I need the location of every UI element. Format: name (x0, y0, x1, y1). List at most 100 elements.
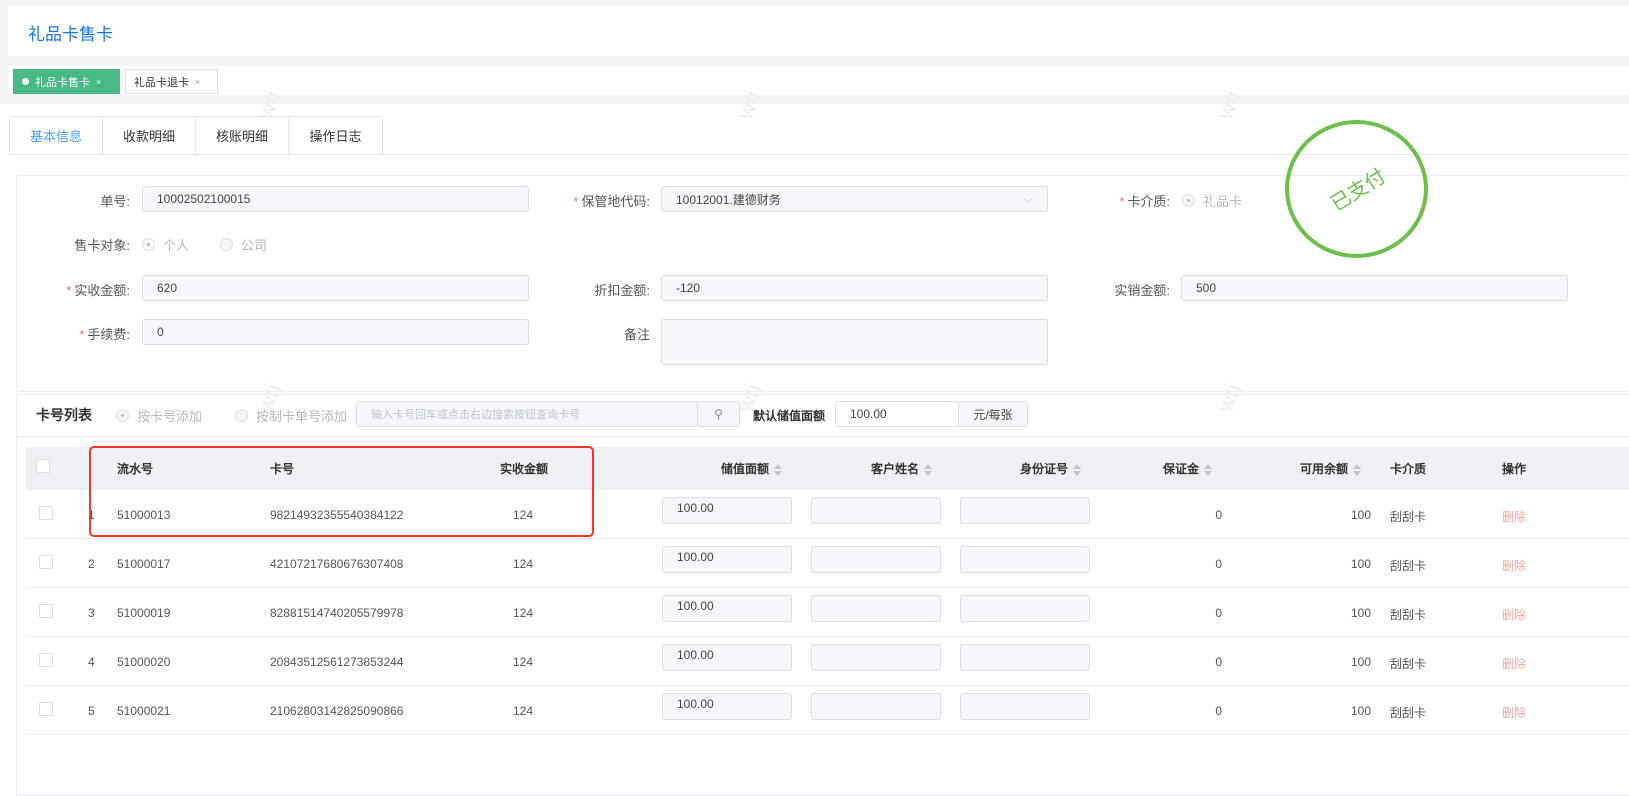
radio-icon (116, 409, 129, 422)
tag-label: 礼品卡退卡 (134, 76, 189, 89)
col-id-number[interactable]: 身份证号 (1020, 460, 1082, 477)
order-no-field[interactable]: 10002502100015 (142, 186, 529, 212)
stamp-text: 已支付 (1327, 165, 1390, 216)
select-all-checkbox[interactable] (36, 459, 50, 473)
sort-icon[interactable] (924, 463, 933, 476)
sort-icon[interactable] (1353, 463, 1362, 476)
label-text: 卡介质: (1127, 194, 1170, 209)
card-medium-label: * 卡介质: (1119, 194, 1170, 209)
search-button[interactable]: ⚲ (697, 401, 740, 427)
col-label: 储值面额 (721, 462, 770, 476)
row-balance: 100 (1350, 557, 1371, 571)
row-id-number-input[interactable] (960, 595, 1090, 622)
target-radio-company[interactable]: 公司 (220, 235, 267, 254)
row-id-number-input[interactable] (960, 546, 1090, 573)
chevron-down-icon: ⌵ (1023, 191, 1033, 206)
row-deposit: 0 (1215, 508, 1222, 522)
radio-icon (142, 238, 155, 251)
close-icon[interactable]: × (195, 77, 200, 87)
discount-amount-field[interactable]: -120 (661, 275, 1048, 301)
row-customer-name-input[interactable] (811, 546, 941, 573)
row-id-number-input[interactable] (960, 497, 1090, 524)
col-face-value[interactable]: 储值面额 (721, 460, 783, 477)
received-amount-field[interactable]: 620 (142, 275, 529, 301)
tag-label: 礼品卡售卡 (35, 76, 90, 89)
radio-icon (220, 238, 233, 251)
row-delete-link[interactable]: 删除 (1502, 557, 1526, 574)
custody-code-label: * 保管地代码: (573, 194, 650, 209)
row-customer-name-input[interactable] (811, 644, 941, 671)
row-card-no: 21062803142825090866 (270, 704, 404, 718)
tab-operation-log[interactable]: 操作日志 (289, 117, 382, 155)
col-balance[interactable]: 可用余额 (1300, 460, 1362, 477)
fee-label: * 手续费: (79, 327, 130, 342)
radio-label: 礼品卡 (1203, 194, 1243, 209)
sales-amount-label: 实销金额: (1114, 283, 1170, 298)
custody-code-select[interactable]: 10012001.建德财务 ⌵ (661, 186, 1048, 212)
row-face-value-input[interactable]: 100.00 (662, 497, 792, 524)
active-dot-icon (22, 78, 29, 85)
row-deposit: 0 (1215, 557, 1222, 571)
sales-amount-field[interactable]: 500 (1181, 275, 1568, 301)
row-customer-name-input[interactable] (811, 497, 941, 524)
radio-label: 按卡号添加 (137, 409, 203, 424)
tag-gift-card-sale[interactable]: 礼品卡售卡 × (13, 69, 120, 94)
row-index: 2 (88, 557, 95, 571)
medium-radio-gift-card[interactable]: 礼品卡 (1182, 191, 1242, 210)
row-checkbox[interactable] (39, 702, 53, 716)
tag-gift-card-refund[interactable]: 礼品卡退卡 × (125, 69, 218, 94)
row-index: 5 (88, 704, 95, 718)
sort-icon[interactable] (774, 463, 783, 476)
sale-target-label: 售卡对象: (74, 238, 130, 253)
col-deposit[interactable]: 保证金 (1163, 460, 1213, 477)
col-label: 身份证号 (1020, 462, 1069, 476)
remark-textarea[interactable] (661, 319, 1048, 365)
row-deposit: 0 (1215, 704, 1222, 718)
row-received: 124 (513, 704, 534, 718)
row-customer-name-input[interactable] (811, 693, 941, 720)
row-divider (26, 734, 1629, 735)
row-received: 124 (513, 557, 534, 571)
row-face-value-input[interactable]: 100.00 (662, 595, 792, 622)
close-icon[interactable]: × (96, 77, 101, 87)
row-checkbox[interactable] (39, 555, 53, 569)
row-medium: 刮刮卡 (1390, 510, 1427, 524)
add-by-order-no-radio[interactable]: 按制卡单号添加 (235, 406, 347, 425)
card-search-input[interactable]: 输入卡号回车或点击右边搜索按钮查询卡号 (356, 401, 698, 427)
default-value-field[interactable]: 100.00 (835, 401, 960, 427)
row-delete-link[interactable]: 删除 (1502, 655, 1526, 672)
radio-label: 按制卡单号添加 (256, 409, 348, 424)
row-delete-link[interactable]: 删除 (1502, 704, 1526, 721)
row-face-value-input[interactable]: 100.00 (662, 644, 792, 671)
row-delete-link[interactable]: 删除 (1502, 606, 1526, 623)
page-header (8, 6, 1629, 56)
sort-icon[interactable] (1073, 463, 1082, 476)
row-balance: 100 (1350, 606, 1371, 620)
row-face-value-input[interactable]: 100.00 (662, 693, 792, 720)
tab-reconciliation-details[interactable]: 核账明细 (196, 117, 289, 155)
row-face-value-input[interactable]: 100.00 (662, 546, 792, 573)
row-medium: 刮刮卡 (1390, 706, 1427, 720)
row-checkbox[interactable] (39, 604, 53, 618)
row-index: 4 (88, 655, 95, 669)
row-id-number-input[interactable] (960, 693, 1090, 720)
row-checkbox[interactable] (39, 653, 53, 667)
row-balance: 100 (1350, 508, 1371, 522)
col-customer-name[interactable]: 客户姓名 (871, 460, 933, 477)
col-label: 保证金 (1163, 462, 1200, 476)
row-deposit: 0 (1215, 606, 1222, 620)
row-delete-link[interactable]: 删除 (1502, 508, 1526, 525)
row-customer-name-input[interactable] (811, 595, 941, 622)
fee-field[interactable]: 0 (142, 319, 529, 345)
tab-bar: 基本信息 收款明细 核账明细 操作日志 (9, 116, 383, 155)
row-checkbox[interactable] (39, 506, 53, 520)
target-radio-personal[interactable]: 个人 (142, 235, 189, 254)
tab-payment-details[interactable]: 收款明细 (103, 117, 196, 155)
add-by-card-no-radio[interactable]: 按卡号添加 (116, 406, 202, 425)
row-id-number-input[interactable] (960, 644, 1090, 671)
order-no-label: 单号: (100, 194, 130, 209)
sort-icon[interactable] (1204, 463, 1213, 476)
tag-bar (8, 66, 1629, 95)
tab-basic-info[interactable]: 基本信息 (10, 117, 103, 155)
row-serial: 51000019 (117, 606, 171, 620)
